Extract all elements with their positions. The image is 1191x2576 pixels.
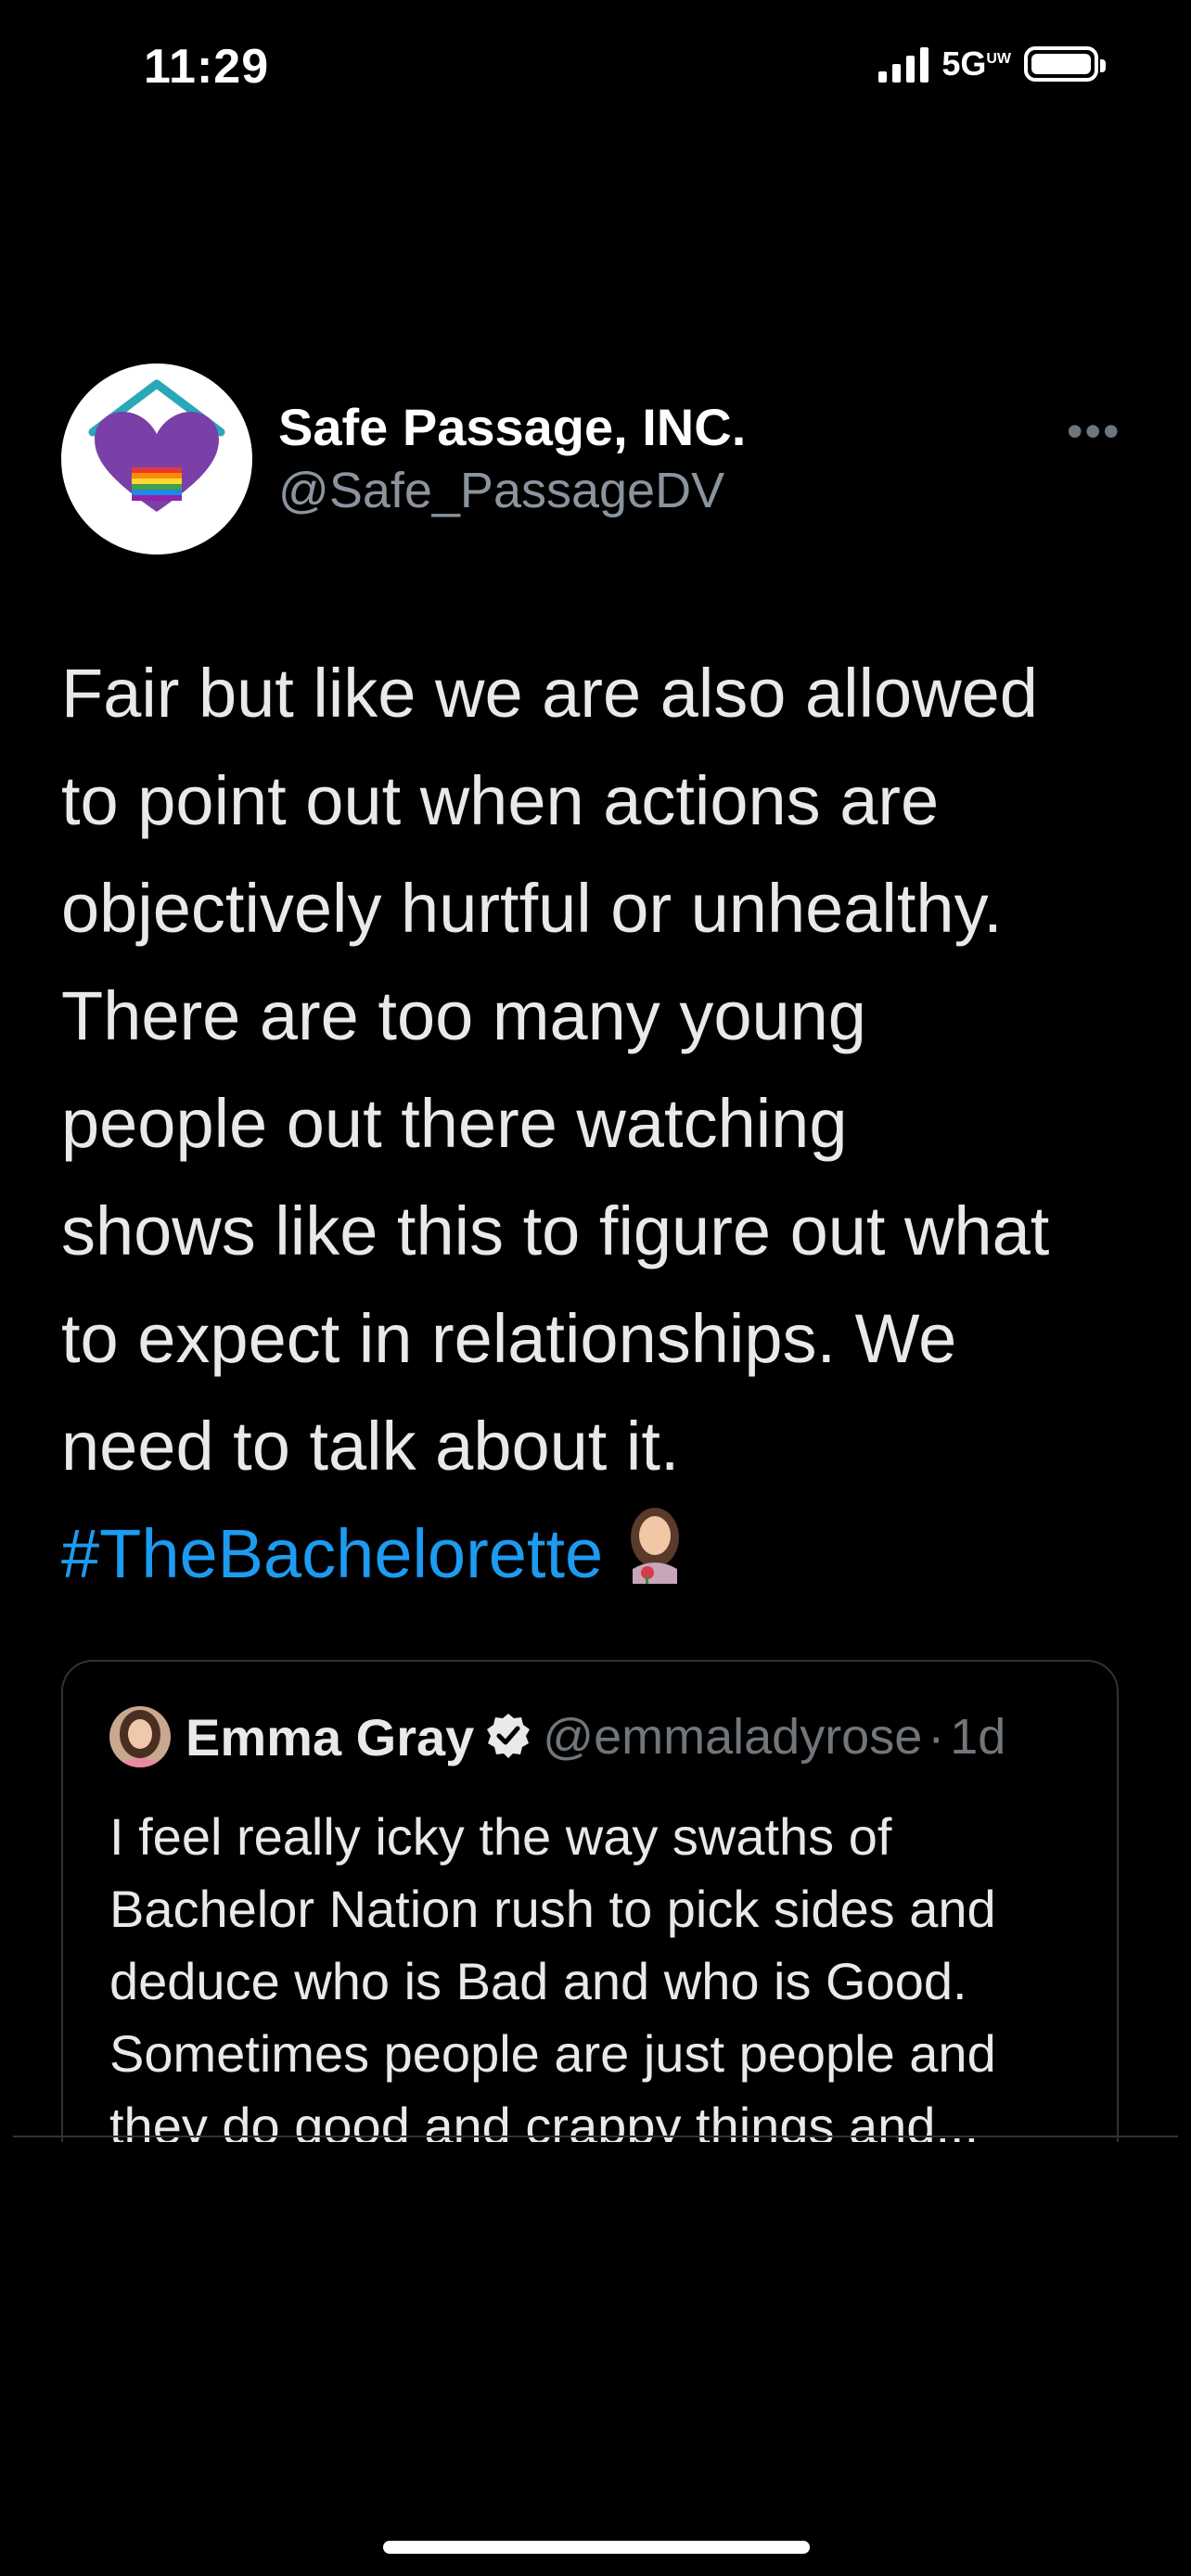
quoted-tweet-card[interactable]: Emma Gray @emmaladyrose · 1d I feel real…	[61, 1660, 1119, 2142]
quoted-timestamp: 1d	[950, 1709, 1006, 1765]
quoted-author-handle[interactable]: @emmaladyrose	[543, 1708, 922, 1766]
status-time: 11:29	[144, 40, 270, 94]
quoted-tweet-header: Emma Gray @emmaladyrose · 1d	[109, 1706, 1005, 1767]
tweet-text-line: to point out when actions are	[61, 762, 940, 839]
tweet-text-line: to expect in relationships. We	[61, 1300, 957, 1377]
verified-badge-icon	[485, 1712, 531, 1763]
hashtag-link[interactable]: #TheBachelorette	[61, 1515, 603, 1592]
quoted-text-line: Bachelor Nation rush to pick sides and	[109, 1880, 996, 1938]
author-handle[interactable]: @Safe_PassageDV	[278, 462, 724, 519]
status-indicators: 5GUW	[878, 45, 1106, 83]
quoted-text-line: they do good and crappy things and...	[109, 2097, 980, 2142]
quoted-author-name[interactable]: Emma Gray	[186, 1707, 474, 1767]
home-indicator[interactable]	[383, 2541, 810, 2554]
battery-icon	[1024, 46, 1106, 82]
tweet-text-line: There are too many young	[61, 977, 866, 1054]
quoted-tweet-text: I feel really icky the way swaths of Bac…	[109, 1801, 1093, 2142]
tweet-text-line: shows like this to figure out what	[61, 1192, 1050, 1269]
network-type: 5GUW	[941, 45, 1011, 83]
more-options-button[interactable]: •••	[1067, 404, 1121, 458]
quoted-text-line: deduce who is Bad and who is Good.	[109, 1952, 967, 2010]
tweet-text-line: need to talk about it.	[61, 1408, 680, 1485]
author-avatar[interactable]	[61, 363, 252, 555]
quoted-text-line: Sometimes people are just people and	[109, 2024, 996, 2083]
tweet-text: Fair but like we are also allowed to poi…	[61, 640, 1137, 1614]
signal-icon	[878, 45, 929, 83]
quoted-author-avatar[interactable]	[109, 1706, 171, 1767]
quoted-separator: ·	[928, 1709, 945, 1765]
network-sub: UW	[986, 51, 1011, 67]
divider	[13, 2136, 1178, 2137]
tweet-text-line: people out there watching	[61, 1085, 848, 1162]
tweet-text-line: Fair but like we are also allowed	[61, 655, 1038, 732]
tweet-text-line: objectively hurtful or unhealthy.	[61, 870, 1003, 947]
bachelorette-emoji-icon	[620, 1504, 690, 1614]
quoted-text-line: I feel really icky the way swaths of	[109, 1807, 892, 1866]
author-display-name[interactable]: Safe Passage, INC.	[278, 397, 746, 457]
